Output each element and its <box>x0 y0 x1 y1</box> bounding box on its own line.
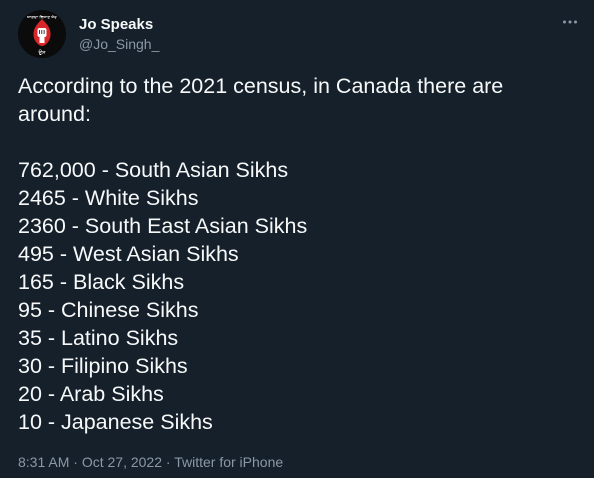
list-item: 2465 - White Sikhs <box>18 186 199 210</box>
list-item: 165 - Black Sikhs <box>18 270 185 294</box>
list-item: 495 - West Asian Sikhs <box>18 242 239 266</box>
tweet-intro-line: around: <box>18 102 91 126</box>
tweet-card: ਜਾਗਦਾ ਵਿਜਾਣ ਜੋਰ ਉਸ Jo Speaks @Jo_Singh_ … <box>0 0 594 478</box>
more-options-button[interactable] <box>560 12 580 32</box>
avatar[interactable]: ਜਾਗਦਾ ਵਿਜਾਣ ਜੋਰ ਉਸ <box>18 10 66 58</box>
list-item: 35 - Latino Sikhs <box>18 326 179 350</box>
avatar-logo-icon: ਜਾਗਦਾ ਵਿਜਾਣ ਜੋਰ ਉਸ <box>18 10 66 58</box>
list-item: 95 - Chinese Sikhs <box>18 298 199 322</box>
tweet-intro-line: According to the 2021 census, in Canada … <box>18 74 504 98</box>
list-item: 20 - Arab Sikhs <box>18 382 164 406</box>
author-display-name[interactable]: Jo Speaks <box>79 15 159 35</box>
tweet-source[interactable]: Twitter for iPhone <box>174 454 283 470</box>
meta-separator: · <box>162 454 175 470</box>
tweet-text: According to the 2021 census, in Canada … <box>18 72 578 436</box>
list-item: 10 - Japanese Sikhs <box>18 410 213 434</box>
list-item: 30 - Filipino Sikhs <box>18 354 188 378</box>
tweet-time[interactable]: 8:31 AM <box>18 454 69 470</box>
tweet-date[interactable]: Oct 27, 2022 <box>82 454 162 470</box>
list-item: 2360 - South East Asian Sikhs <box>18 214 308 238</box>
tweet-metadata: 8:31 AM · Oct 27, 2022 · Twitter for iPh… <box>18 453 283 471</box>
author-names: Jo Speaks @Jo_Singh_ <box>79 10 159 58</box>
avatar-text-top: ਜਾਗਦਾ ਵਿਜਾਣ ਜੋਰ <box>26 15 57 20</box>
list-item: 762,000 - South Asian Sikhs <box>18 158 289 182</box>
author-handle[interactable]: @Jo_Singh_ <box>79 35 159 54</box>
tweet-header: ਜਾਗਦਾ ਵਿਜਾਣ ਜੋਰ ਉਸ Jo Speaks @Jo_Singh_ <box>18 10 159 58</box>
meta-separator: · <box>69 454 82 470</box>
avatar-text-bottom: ਉਸ <box>38 49 47 56</box>
more-options-icon <box>563 20 577 24</box>
